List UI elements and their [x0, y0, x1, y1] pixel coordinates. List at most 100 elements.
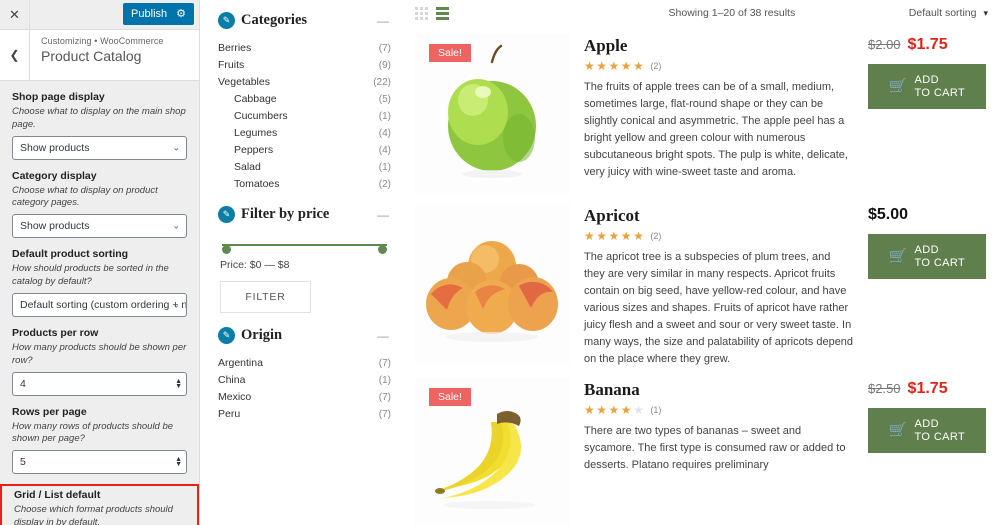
product-purchase-area: $5.00 🛒 ADD TO CART — [868, 204, 998, 368]
list-item-count: (7) — [378, 357, 391, 369]
number-stepper[interactable]: ▲ ▼ — [175, 456, 182, 468]
product-title[interactable]: Apricot — [584, 206, 854, 226]
add-to-cart-label: ADD TO CART — [915, 418, 966, 443]
customizer-titles: Customizing • WooCommerce Product Catalo… — [30, 30, 164, 80]
setting-select-value: Default sorting (custom ordering + nar — [20, 298, 187, 311]
list-item[interactable]: Mexico (7) — [218, 388, 391, 405]
pencil-icon[interactable]: ✎ — [218, 12, 235, 29]
widget: ✎ Filter by price — Price: $0 — $8 FILTER — [218, 206, 391, 313]
result-count: Showing 1–20 of 38 results — [668, 7, 796, 19]
widget-title: Categories — [241, 12, 308, 28]
list-item[interactable]: Peppers (4) — [218, 141, 391, 158]
shopping-cart-icon: 🛒 — [888, 78, 908, 95]
list-item[interactable]: Berries (7) — [218, 39, 391, 56]
setting-number-input[interactable]: 5 ▲ ▼ — [12, 450, 187, 475]
minus-icon[interactable]: — — [377, 14, 391, 28]
price-sale: $1.75 — [907, 380, 948, 398]
publish-button[interactable]: Publish ⚙ — [123, 3, 194, 25]
publish-button-label: Publish — [131, 8, 168, 20]
add-to-cart-label: ADD TO CART — [915, 74, 966, 99]
product-image[interactable] — [415, 204, 570, 364]
list-item[interactable]: Legumes (4) — [218, 124, 391, 141]
number-stepper[interactable]: ▲ ▼ — [175, 378, 182, 390]
stepper-down-icon[interactable]: ▼ — [175, 461, 182, 468]
pencil-icon[interactable]: ✎ — [218, 206, 235, 223]
minus-icon[interactable]: — — [377, 329, 391, 343]
list-item[interactable]: Cucumbers (1) — [218, 107, 391, 124]
setting-group: Grid / List default Choose which format p… — [0, 484, 199, 525]
list-item[interactable]: Cabbage (5) — [218, 90, 391, 107]
list-item[interactable]: Vegetables (22) — [218, 73, 391, 90]
add-to-cart-button[interactable]: 🛒 ADD TO CART — [868, 64, 986, 109]
list-item[interactable]: Salad (1) — [218, 158, 391, 175]
list-view-icon[interactable] — [436, 6, 449, 20]
price-original: $2.50 — [868, 381, 901, 397]
price-range-slider[interactable] — [218, 233, 391, 254]
sorting-value: Default sorting — [908, 7, 977, 19]
list-item-label: Salad — [234, 160, 261, 173]
gear-icon[interactable]: ⚙ — [176, 8, 186, 20]
widget-header: ✎ Categories — — [218, 12, 391, 29]
widget-header: ✎ Origin — — [218, 327, 391, 344]
slider-handle-min[interactable] — [222, 245, 231, 254]
slider-handle-max[interactable] — [378, 245, 387, 254]
price-original: $2.00 — [868, 37, 901, 52]
chevron-down-icon: ⌄ — [172, 142, 180, 153]
setting-select[interactable]: Show products ⌄ — [12, 214, 187, 239]
setting-number-input[interactable]: 4 ▲ ▼ — [12, 371, 187, 396]
setting-label: Shop page display — [12, 91, 105, 103]
product-title[interactable]: Banana — [584, 380, 854, 400]
product-image[interactable]: Sale! — [415, 378, 570, 525]
product-description: There are two types of bananas – sweet a… — [584, 425, 846, 472]
add-to-cart-line1: ADD — [914, 418, 939, 431]
list-item-count: (5) — [378, 93, 391, 105]
add-to-cart-button[interactable]: 🛒 ADD TO CART — [868, 408, 986, 454]
back-chevron-icon[interactable]: ❮ — [0, 30, 30, 80]
chevron-down-icon: ⌄ — [172, 299, 180, 310]
review-count: (2) — [650, 61, 662, 71]
list-item[interactable]: Argentina (7) — [218, 354, 391, 371]
setting-label: Grid / List default — [14, 489, 101, 502]
setting-number-value: 5 — [20, 456, 26, 469]
filter-button[interactable]: FILTER — [220, 281, 311, 313]
setting-description: How should products be sorted in the cat… — [12, 263, 169, 288]
product-image[interactable]: Sale! — [415, 34, 570, 194]
shopping-cart-icon: 🛒 — [888, 248, 908, 265]
product-info: Banana ★★★★★ (1) There are two types of ban… — [570, 378, 868, 525]
list-item-label: Berries — [218, 41, 252, 54]
product-list-item: Apricot ★★★★★ (2) The apricot tree is a sub… — [415, 194, 998, 368]
pencil-icon[interactable]: ✎ — [218, 327, 235, 344]
customizer-panel-header: ❮ Customizing • WooCommerce Product Cata… — [0, 30, 199, 81]
add-to-cart-line2: TO CART — [914, 86, 966, 99]
add-to-cart-button[interactable]: 🛒 ADD TO CART — [868, 234, 986, 279]
list-item[interactable]: Tomatoes (2) — [218, 175, 391, 192]
list-item-label: Vegetables — [218, 75, 270, 88]
stepper-down-icon[interactable]: ▼ — [175, 383, 182, 390]
setting-label: Category display — [12, 169, 97, 182]
product-catalog: Showing 1–20 of 38 results Default sorti… — [405, 0, 1000, 525]
product-info: Apricot ★★★★★ (2) The apricot tree is a sub… — [570, 204, 868, 368]
list-item[interactable]: China (1) — [218, 371, 391, 388]
grid-view-icon[interactable] — [415, 6, 428, 20]
chevron-down-icon: ⌄ — [172, 220, 180, 231]
minus-icon[interactable]: — — [377, 208, 391, 222]
page-title: Product Catalog — [41, 48, 142, 64]
view-toggle-group — [415, 6, 585, 20]
list-item-label: Peppers — [234, 143, 274, 156]
setting-select[interactable]: Show products ⌄ — [12, 135, 187, 160]
list-item[interactable]: Peru (7) — [218, 405, 391, 422]
add-to-cart-label: ADD TO CART — [915, 244, 966, 269]
setting-group: Shop page display Choose what to display … — [12, 91, 187, 160]
chevron-down-icon: ▾ — [983, 7, 988, 18]
sidebar-widgets: ✎ Categories — Berries (7) Fruits (9) Vegetable… — [200, 0, 405, 525]
close-icon[interactable]: ✕ — [0, 0, 30, 29]
product-list: Sale! Apple ★★★★★ (2) The fruits of apple tr… — [415, 24, 998, 525]
product-title[interactable]: Apple — [584, 36, 854, 56]
sale-badge: Sale! — [429, 388, 471, 407]
widget-title: Filter by price — [241, 206, 330, 222]
list-item[interactable]: Fruits (9) — [218, 56, 391, 73]
sorting-dropdown[interactable]: Default sorting ▾ — [909, 7, 998, 19]
review-count: (1) — [650, 405, 662, 416]
product-description: The fruits of apple trees can be of a sm… — [584, 81, 848, 179]
setting-select[interactable]: Default sorting (custom ordering + nar ⌄ — [12, 292, 187, 317]
